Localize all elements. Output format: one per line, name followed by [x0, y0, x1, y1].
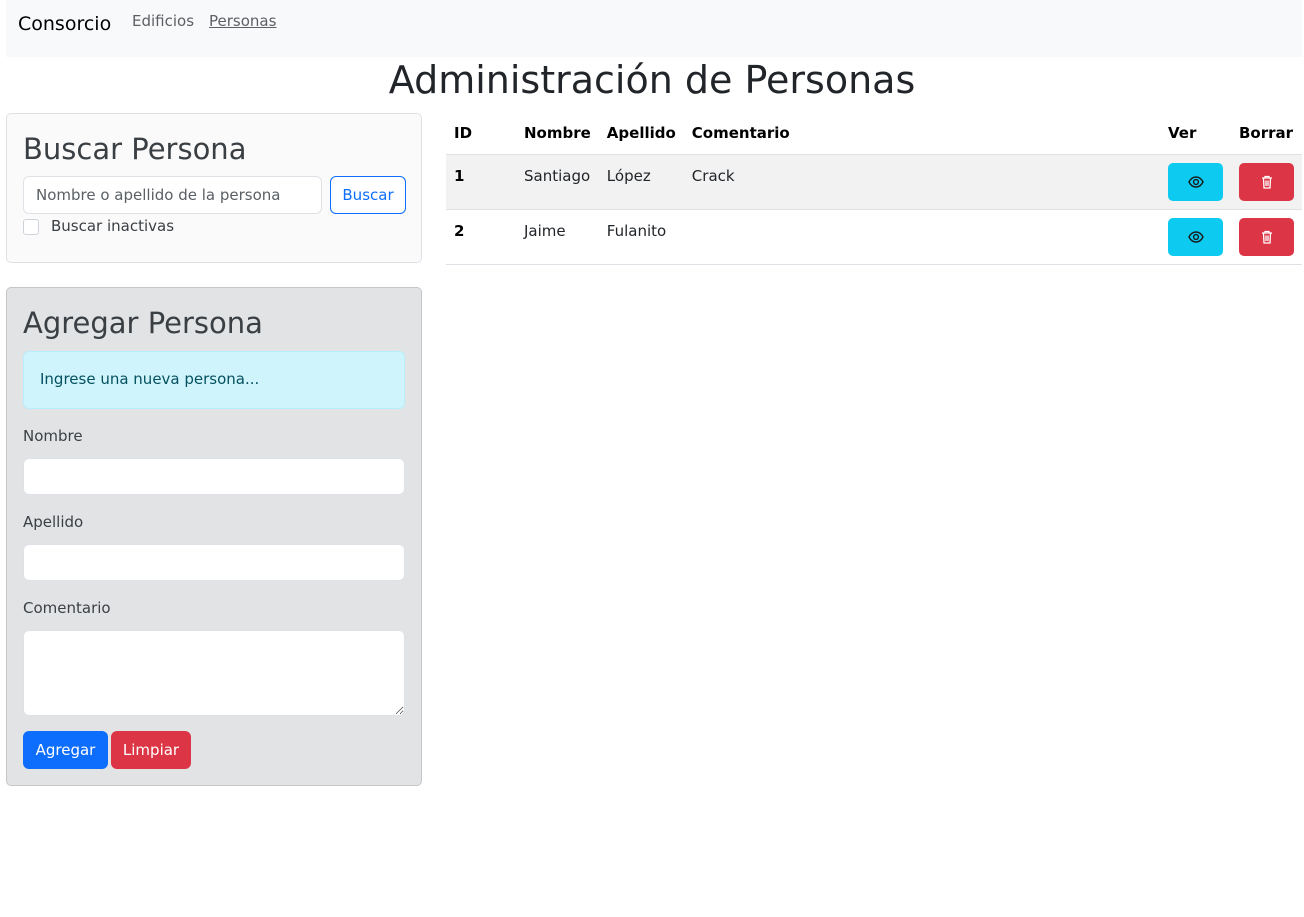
page-title: Administración de Personas — [388, 58, 916, 102]
cell-comentario: Crack — [683, 154, 1160, 210]
cell-apellido: López — [598, 154, 684, 210]
cell-borrar — [1231, 154, 1302, 210]
nombre-input[interactable] — [23, 458, 405, 495]
search-button[interactable]: Buscar — [330, 176, 406, 214]
trash-icon — [1261, 175, 1272, 189]
add-person-card: Agregar Persona Ingrese una nueva person… — [6, 287, 422, 786]
col-id: ID — [446, 113, 516, 155]
inactive-checkbox[interactable] — [23, 219, 39, 235]
cell-id: 1 — [446, 154, 516, 210]
add-title: Agregar Persona — [23, 306, 263, 340]
navbar-brand[interactable]: Consorcio — [18, 13, 111, 35]
cell-nombre: Jaime — [516, 209, 599, 265]
eye-icon — [1187, 231, 1204, 243]
cell-ver — [1160, 209, 1231, 265]
search-card: Buscar Persona Buscar Buscar inactivas — [6, 113, 422, 263]
inactive-checkbox-label: Buscar inactivas — [51, 217, 175, 235]
trash-icon — [1261, 230, 1272, 244]
col-nombre: Nombre — [516, 113, 599, 155]
info-alert: Ingrese una nueva persona... — [23, 351, 405, 409]
table-row: 1 Santiago López Crack — [446, 154, 1302, 210]
table-row: 2 Jaime Fulanito — [446, 209, 1302, 265]
table-header-row: ID Nombre Apellido Comentario Ver Borrar — [446, 113, 1302, 155]
col-borrar: Borrar — [1231, 113, 1302, 155]
nav-link-edificios[interactable]: Edificios — [132, 12, 194, 30]
apellido-label: Apellido — [23, 513, 84, 531]
add-button[interactable]: Agregar — [23, 731, 108, 769]
comentario-textarea[interactable] — [23, 630, 405, 716]
cell-apellido: Fulanito — [598, 209, 684, 265]
col-ver: Ver — [1160, 113, 1231, 155]
col-apellido: Apellido — [598, 113, 684, 155]
search-title: Buscar Persona — [23, 132, 247, 166]
apellido-input[interactable] — [23, 544, 405, 581]
delete-button[interactable] — [1239, 217, 1294, 256]
nombre-label: Nombre — [23, 427, 83, 445]
search-input[interactable] — [23, 176, 322, 214]
personas-table: ID Nombre Apellido Comentario Ver Borrar… — [446, 113, 1302, 265]
comentario-label: Comentario — [23, 599, 111, 617]
clear-button[interactable]: Limpiar — [111, 731, 191, 769]
nav-link-personas[interactable]: Personas — [209, 12, 276, 30]
view-button[interactable] — [1168, 162, 1223, 201]
col-comentario: Comentario — [683, 113, 1160, 155]
cell-ver — [1160, 154, 1231, 210]
cell-id: 2 — [446, 209, 516, 265]
navbar: Consorcio Edificios Personas — [6, 0, 1302, 57]
view-button[interactable] — [1168, 217, 1223, 256]
eye-icon — [1187, 176, 1204, 188]
delete-button[interactable] — [1239, 162, 1294, 201]
cell-borrar — [1231, 209, 1302, 265]
cell-nombre: Santiago — [516, 154, 599, 210]
cell-comentario — [683, 209, 1160, 265]
